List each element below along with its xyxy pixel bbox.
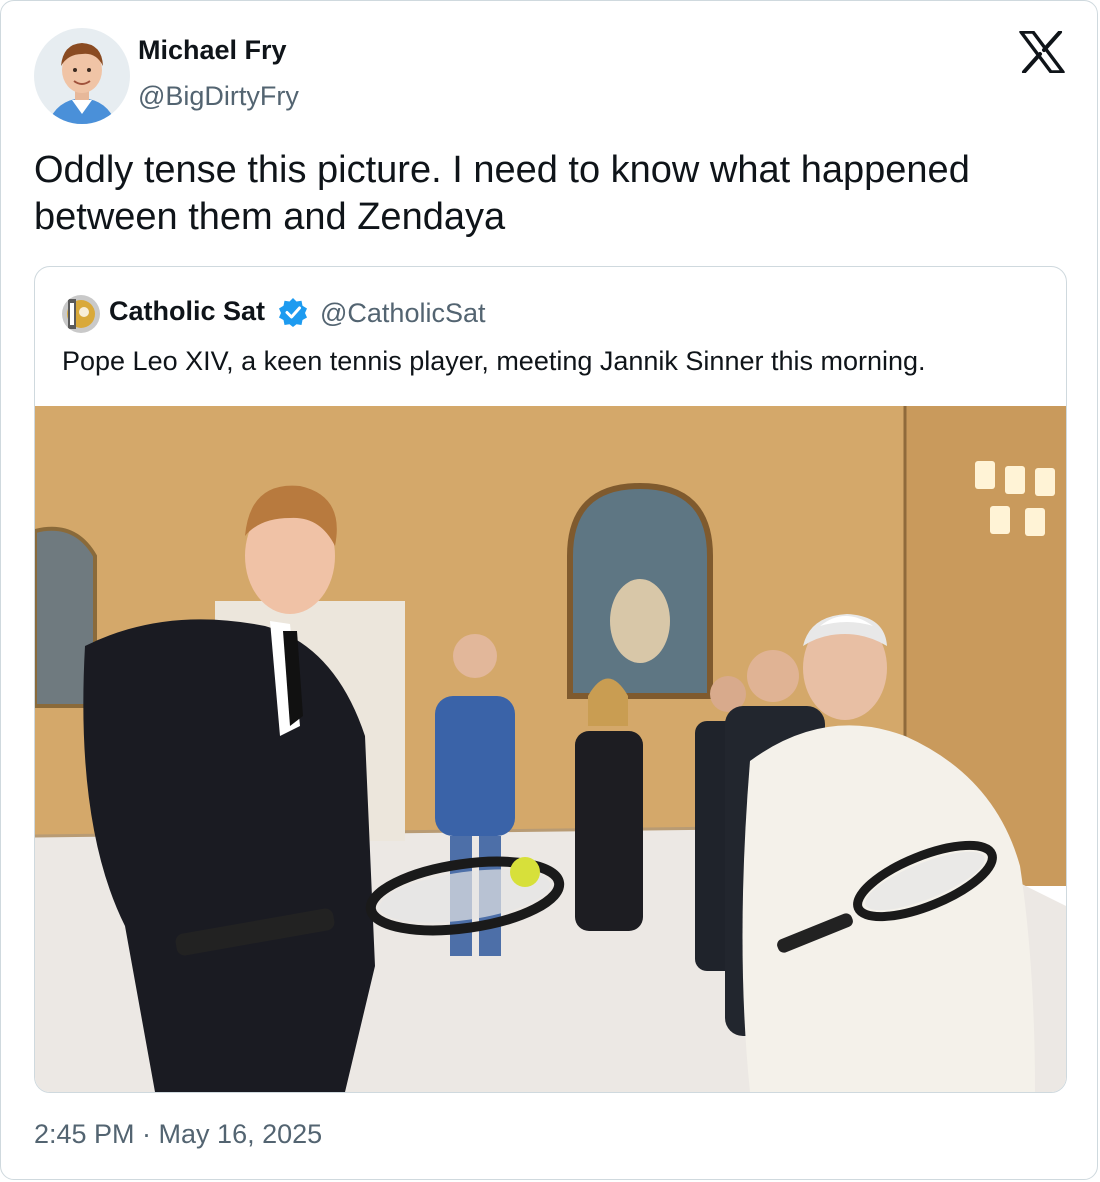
tweet-timestamp[interactable]: 2:45 PM · May 16, 2025: [34, 1119, 322, 1150]
tweet-photo[interactable]: [35, 406, 1066, 1092]
tweet-text: Oddly tense this picture. I need to know…: [34, 149, 970, 238]
quoted-author-handle[interactable]: @CatholicSat: [320, 298, 485, 329]
author-avatar[interactable]: [34, 28, 130, 124]
quoted-author-avatar[interactable]: [62, 295, 100, 333]
x-logo-icon[interactable]: [1019, 30, 1065, 74]
tweet-card[interactable]: Michael Fry @BigDirtyFry Oddly tense thi…: [0, 0, 1098, 1180]
verified-badge-icon: [278, 297, 308, 327]
author-handle[interactable]: @BigDirtyFry: [138, 81, 299, 112]
author-name[interactable]: Michael Fry: [138, 35, 287, 66]
quoted-tweet-text: Pope Leo XIV, a keen tennis player, meet…: [62, 346, 926, 376]
quoted-tweet[interactable]: Catholic Sat @CatholicSat Pope Leo XIV, …: [34, 266, 1067, 1093]
quoted-author-name[interactable]: Catholic Sat: [109, 296, 265, 327]
